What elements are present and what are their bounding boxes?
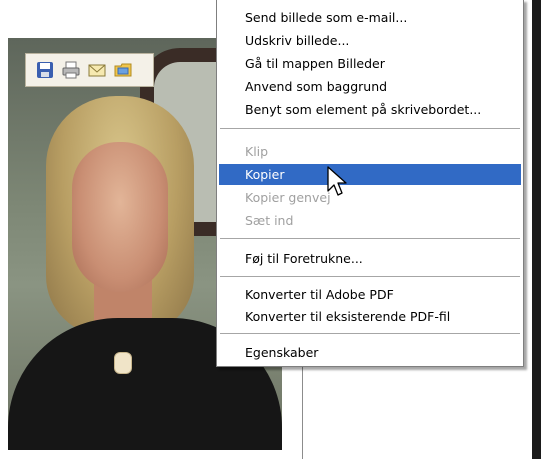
menu-item-print[interactable]: Udskriv billede... bbox=[219, 30, 521, 51]
mouse-cursor-icon bbox=[327, 166, 347, 196]
menu-item-convert-existing-pdf[interactable]: Konverter til eksisterende PDF-fil bbox=[219, 306, 521, 327]
window-edge bbox=[532, 0, 541, 459]
menu-item-set-background[interactable]: Anvend som baggrund bbox=[219, 76, 521, 97]
menu-item-copy[interactable]: Kopier bbox=[219, 164, 521, 185]
menu-separator bbox=[220, 128, 520, 129]
menu-item-send-email[interactable]: Send billede som e-mail... bbox=[219, 7, 521, 28]
print-icon[interactable] bbox=[61, 60, 81, 80]
menu-item-open-pictures-folder[interactable]: Gå til mappen Billeder bbox=[219, 53, 521, 74]
page-background bbox=[0, 0, 215, 30]
save-icon[interactable] bbox=[35, 60, 55, 80]
email-icon[interactable] bbox=[87, 60, 107, 80]
menu-item-convert-pdf[interactable]: Konverter til Adobe PDF bbox=[219, 284, 521, 305]
menu-item-paste[interactable]: Sæt ind bbox=[219, 210, 521, 231]
menu-item-properties[interactable]: Egenskaber bbox=[219, 342, 521, 363]
photo-pendant bbox=[114, 352, 132, 374]
context-menu: Send billede som e-mail... Udskriv bille… bbox=[216, 0, 524, 367]
menu-separator bbox=[220, 238, 520, 239]
folder-icon[interactable] bbox=[113, 60, 133, 80]
menu-item-copy-shortcut[interactable]: Kopier genvej bbox=[219, 187, 521, 208]
menu-item-cut[interactable]: Klip bbox=[219, 141, 521, 162]
image-toolbar bbox=[25, 53, 154, 87]
menu-item-desktop-element[interactable]: Benyt som element på skrivebordet... bbox=[219, 99, 521, 120]
menu-item-add-favorites[interactable]: Føj til Foretrukne... bbox=[219, 248, 521, 269]
menu-separator bbox=[220, 333, 520, 334]
photo-face bbox=[72, 142, 168, 292]
menu-separator bbox=[220, 276, 520, 277]
